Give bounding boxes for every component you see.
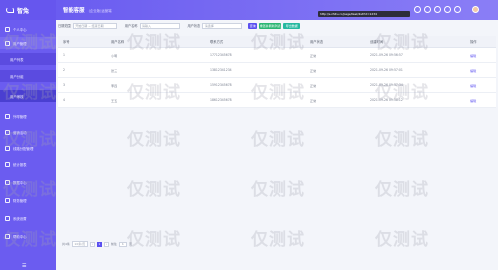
table-cell: 2021-09-26 09:57:01 <box>370 68 403 72</box>
next-page-button[interactable]: › <box>103 241 109 247</box>
total-count: 共4条 <box>62 242 70 246</box>
watermark-text: 仅测试 <box>3 230 57 250</box>
watermark-text: 仅测试 <box>375 83 429 103</box>
watermark-text: 仅测试 <box>251 83 305 103</box>
fullscreen-icon[interactable] <box>414 6 421 13</box>
watermark-text: 仅测试 <box>251 130 305 150</box>
top-bar: 智能客服 (企业版)运营端 <box>56 0 498 20</box>
message-icon[interactable] <box>434 6 441 13</box>
watermark-text: 仅测试 <box>3 130 57 150</box>
page-size-select[interactable]: 10条/页 <box>71 241 88 247</box>
url-tooltip: http://s.zhitu.cc/page/task/list?id=1234 <box>318 11 410 17</box>
sidebar-item-label: 用户列表 <box>10 57 24 62</box>
watermark-text: 仅测试 <box>375 180 429 200</box>
table-cell: 王五 <box>111 99 118 103</box>
watermark-text: 仅测试 <box>127 180 181 200</box>
user-status-label: 用户状态 <box>187 24 201 28</box>
table-cell: 1 <box>63 53 65 57</box>
sidebar-item-user-list[interactable]: 用户列表 <box>0 53 56 65</box>
table-cell: 13812341234 <box>210 68 232 72</box>
table-cell: 小明 <box>111 54 118 58</box>
edit-link[interactable]: 编辑 <box>470 68 476 73</box>
logo-icon <box>6 7 14 13</box>
watermark-text: 仅测试 <box>375 230 429 250</box>
gear-icon <box>5 215 10 221</box>
watermark-text: 仅测试 <box>251 230 305 250</box>
table-cell: 2021-09-26 09:56:57 <box>370 53 403 57</box>
watermark-text: 仅测试 <box>251 33 305 53</box>
goto-label: 前往 <box>110 242 117 246</box>
table-row: 2 张三 13812341234 正常 2021-09-26 09:57:01 编辑 <box>58 63 496 78</box>
watermark-text: 仅测试 <box>3 180 57 200</box>
table-cell: 17712345678 <box>210 53 232 57</box>
table-cell: 李四 <box>111 84 118 88</box>
table-cell: 2 <box>63 68 65 72</box>
sidebar-item-label: 统计报表 <box>13 162 27 167</box>
table-cell: 张三 <box>111 69 118 73</box>
avatar[interactable] <box>472 6 479 13</box>
sidebar-item-label: 系统设置 <box>13 216 27 221</box>
phone-icon <box>5 113 10 119</box>
menu-collapse-icon[interactable]: ☰ <box>22 263 26 269</box>
sidebar-item-label: 外呼管理 <box>13 114 27 119</box>
watermark-text: 仅测试 <box>3 33 57 53</box>
table-cell: 3 <box>63 83 65 87</box>
table-cell: 18612345678 <box>210 98 232 102</box>
watermark-text: 仅测试 <box>127 83 181 103</box>
column-header: 序号 <box>63 40 70 44</box>
table-cell: 15912345678 <box>210 83 232 87</box>
table-cell: 正常 <box>310 69 317 73</box>
column-header: 联系方式 <box>210 40 224 44</box>
table-cell: 4 <box>63 98 65 102</box>
column-header: 用户名称 <box>111 40 125 44</box>
app-logo[interactable]: 智兔 <box>0 0 56 20</box>
watermark-text: 仅测试 <box>375 130 429 150</box>
edit-link[interactable]: 编辑 <box>470 53 476 58</box>
theme-icon[interactable] <box>444 6 451 13</box>
lock-icon[interactable] <box>454 6 461 13</box>
edit-link[interactable]: 编辑 <box>470 98 476 103</box>
watermark-text: 仅测试 <box>127 130 181 150</box>
bell-icon[interactable] <box>424 6 431 13</box>
table-cell: 正常 <box>310 99 317 103</box>
watermark-text: 仅测试 <box>3 83 57 103</box>
page-title: 智能客服 <box>63 8 85 14</box>
column-header: 操作 <box>470 40 477 44</box>
table-cell: 正常 <box>310 54 317 58</box>
sidebar-item-settings[interactable]: 系统设置 <box>0 212 56 224</box>
watermark-text: 仅测试 <box>251 180 305 200</box>
table-cell: 正常 <box>310 84 317 88</box>
sidebar-item-calls[interactable]: 外呼管理 <box>0 110 56 122</box>
column-header: 用户状态 <box>310 40 324 44</box>
page-subtitle: (企业版)运营端 <box>88 8 112 13</box>
edit-link[interactable]: 编辑 <box>470 83 476 88</box>
user-status-select[interactable]: 请选择 <box>202 22 243 29</box>
watermark-text: 仅测试 <box>127 33 181 53</box>
sidebar-item-reports[interactable]: 统计报表 <box>0 158 56 170</box>
app-name: 智兔 <box>17 7 30 15</box>
watermark-text: 仅测试 <box>127 230 181 250</box>
chart-icon <box>5 161 10 167</box>
goto-page-input[interactable]: 1 <box>118 241 127 247</box>
prev-page-button[interactable]: ‹ <box>89 241 95 247</box>
watermark-text: 仅测试 <box>375 33 429 53</box>
date-range-input[interactable]: 开始日期 ~ 结束日期 <box>72 22 117 29</box>
page-number[interactable]: 1 <box>96 241 102 247</box>
date-range-label: 日期范围 <box>58 24 71 28</box>
